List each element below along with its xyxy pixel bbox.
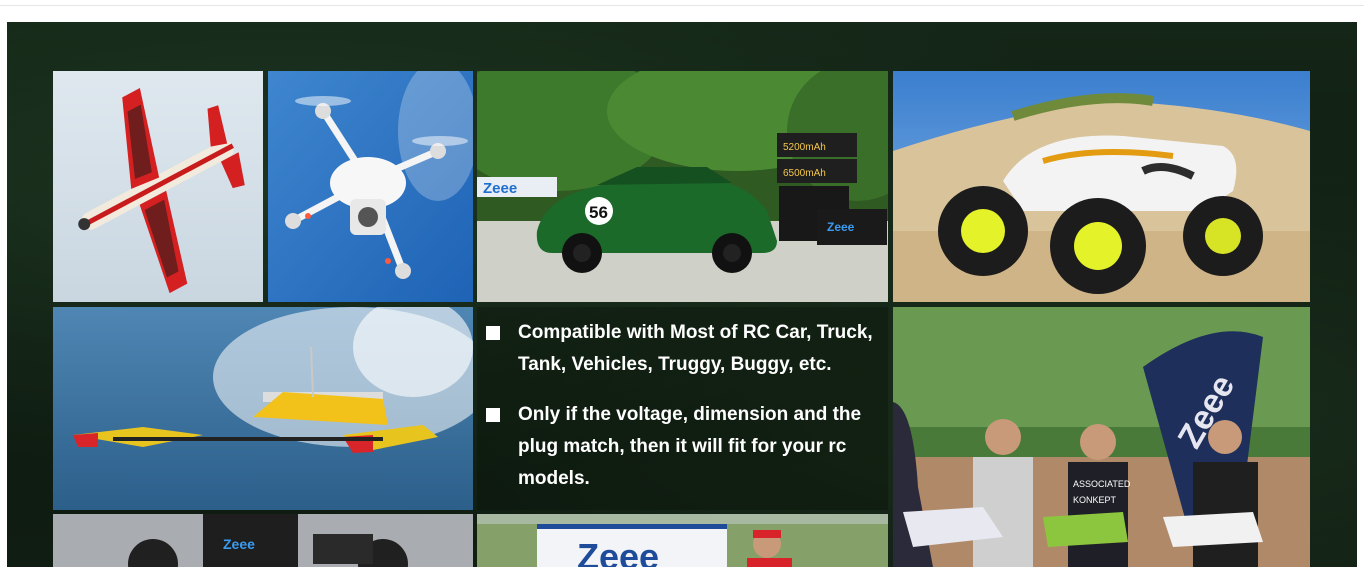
bullet-item: Only if the voltage, dimension and the p… <box>486 399 886 495</box>
rc-airplane-photo <box>53 71 263 302</box>
bullet-square-icon <box>486 408 500 422</box>
car-number: 56 <box>589 203 608 222</box>
box-brand-text: Zeee <box>223 536 255 552</box>
product-batteries-photo: Zeee <box>53 514 473 567</box>
race-event-photo: Zeee <box>477 514 888 567</box>
team-sign-right: KONKEPT <box>1073 495 1117 505</box>
racing-team-photo: Zeee ASSOCIATED KONKEPT <box>893 307 1310 567</box>
team-sign-left: ASSOCIATED <box>1073 479 1131 489</box>
drone-photo <box>268 71 473 302</box>
top-divider <box>0 5 1364 6</box>
rc-truck-photo <box>893 71 1310 302</box>
rc-car-photo: Zeee 56 5200mAh 6500mAh Zeee <box>477 71 888 302</box>
bullet-item: Compatible with Most of RC Car, Truck, T… <box>486 317 886 381</box>
bullet-text: Compatible with Most of RC Car, Truck, T… <box>518 322 873 375</box>
rc-boat-photo <box>53 307 473 510</box>
product-compatibility-banner: Zeee 56 5200mAh 6500mAh Zeee Compatible … <box>7 22 1357 567</box>
battery-label-1: 5200mAh <box>783 142 826 153</box>
battery-label-2: 6500mAh <box>783 168 826 179</box>
event-banner-text: Zeee <box>577 536 659 567</box>
bullet-text: Only if the voltage, dimension and the p… <box>518 404 862 489</box>
compatibility-info-panel: Compatible with Most of RC Car, Truck, T… <box>477 307 888 510</box>
battery-brand: Zeee <box>827 220 855 234</box>
banner-sign-text: Zeee <box>483 180 517 197</box>
bullet-square-icon <box>486 326 500 340</box>
